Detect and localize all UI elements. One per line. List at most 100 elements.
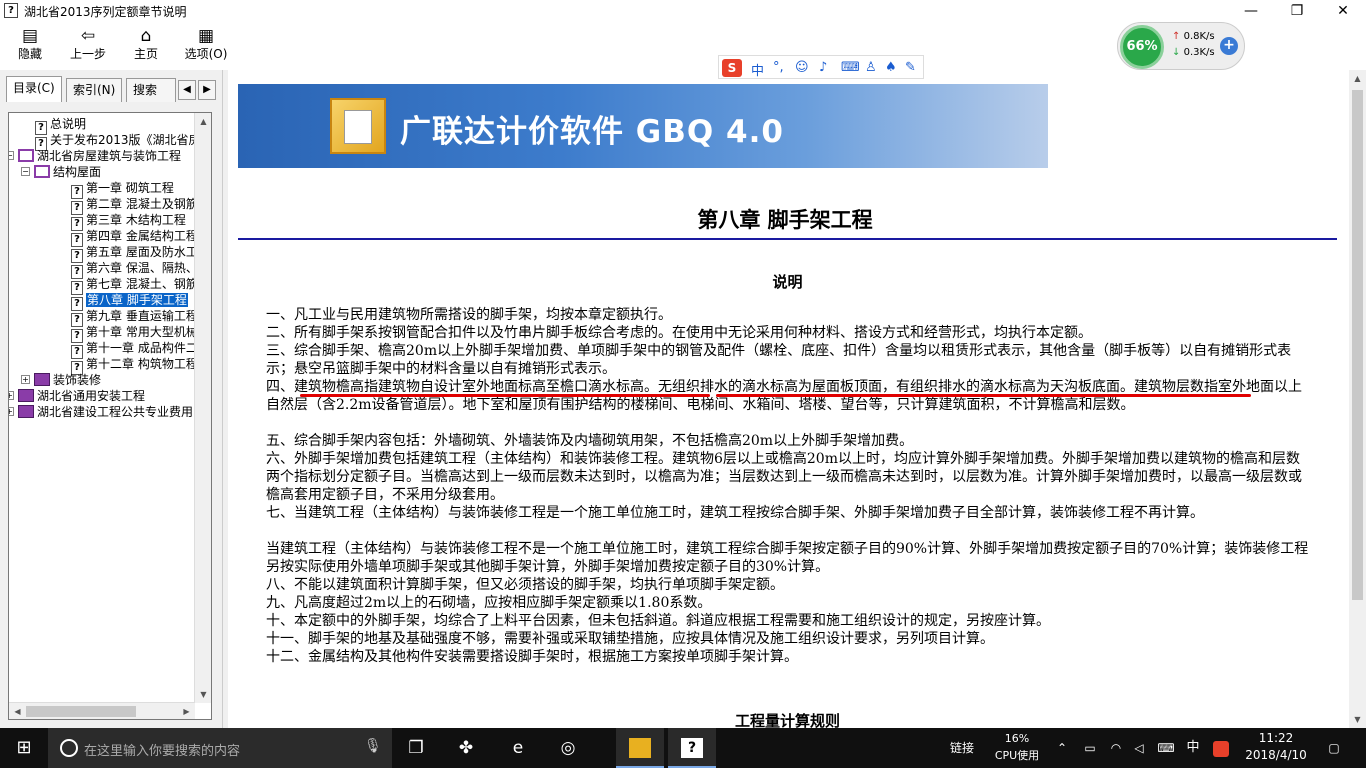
paragraph: 一、凡工业与民用建筑物所需搭设的脚手架，均按本章定额执行。 [266, 307, 672, 323]
skin-icon[interactable]: ♠ [885, 60, 897, 75]
keyboard-icon[interactable]: ⌨ [841, 60, 860, 75]
links-toolbar[interactable]: 链接 [944, 728, 980, 768]
hide-button[interactable]: ▤ 隐藏 [0, 24, 60, 64]
taskbar-search-box[interactable]: 在这里输入你要搜索的内容 🎙︎ [48, 728, 392, 768]
tree-item[interactable]: ?第六章 保温、隔热、防 [71, 260, 195, 279]
tools-icon[interactable]: ✎ [905, 60, 916, 75]
tab-scroll-right-button[interactable]: ▶ [198, 80, 216, 100]
scroll-down-icon[interactable]: ▼ [195, 686, 211, 703]
expand-icon[interactable]: + [9, 391, 14, 400]
sogou-tray-icon[interactable] [1210, 728, 1232, 768]
tree-item[interactable]: + 湖北省建设工程公共专业费用 [9, 404, 193, 420]
network-speed-widget[interactable]: 66% ↑ 0.8K/s ↓ 0.3K/s + [1117, 22, 1245, 70]
section-title: 说明 [772, 273, 803, 291]
tree-vertical-scrollbar[interactable]: ▲ ▼ [194, 113, 211, 703]
microphone-icon[interactable]: ♪ [819, 60, 827, 75]
plus-icon[interactable]: + [1220, 37, 1238, 55]
section-title: 工程量计算规则 [734, 712, 840, 728]
tree-item[interactable]: ? 第九章 垂直运输工程 [71, 308, 195, 327]
collapse-icon[interactable]: − [21, 167, 30, 176]
emoji-icon[interactable]: ☺ [795, 60, 809, 75]
clock[interactable]: 11:22 2018/4/10 [1236, 730, 1316, 764]
upload-value: 0.8K/s [1183, 31, 1215, 42]
contents-tree[interactable]: ?总说明?关于发布2013版《湖北省房屋−湖北省房屋建筑与装饰工程−结构屋面?第… [8, 112, 212, 720]
tree-item[interactable]: ?第十一章 成品构件二次 [71, 340, 195, 359]
help-viewer-icon[interactable]: ? [668, 728, 716, 768]
expand-icon[interactable]: + [21, 375, 30, 384]
input-language[interactable]: 中 [1182, 728, 1204, 768]
ime-mode-indicator[interactable]: 中 [751, 60, 764, 79]
download-speed: ↓ 0.3K/s [1172, 47, 1215, 58]
tab-index[interactable]: 索引(N) [66, 78, 123, 102]
scroll-up-icon[interactable]: ▲ [195, 113, 211, 130]
tab-search[interactable]: 搜索(S) [126, 78, 176, 102]
tree-item[interactable]: ? 第十二章 构筑物工程 [71, 356, 195, 375]
tree-item[interactable]: ? 第八章 脚手架工程 [71, 292, 188, 311]
scroll-right-icon[interactable]: ▶ [178, 703, 195, 719]
battery-icon[interactable]: ▭ [1078, 728, 1102, 768]
expand-icon[interactable]: + [9, 407, 14, 416]
scrollbar-thumb[interactable] [26, 706, 136, 717]
fan-app-icon[interactable]: ✤ [442, 728, 490, 768]
tree-item[interactable]: + 湖北省通用安装工程 [9, 388, 145, 404]
tree-item[interactable]: ? 第四章 金属结构工程 [71, 228, 195, 247]
cpu-label: CPU使用 [994, 749, 1040, 762]
chevron-up-icon[interactable]: ⌃ [1052, 728, 1072, 768]
tree-item[interactable]: ? 第七章 混凝土、钢筋 [71, 276, 195, 295]
browser-icon[interactable]: ◎ [544, 728, 592, 768]
notifications-icon[interactable]: ▢ [1322, 728, 1346, 768]
back-label: 上一步 [69, 47, 106, 61]
tree-item[interactable]: − 湖北省房屋建筑与装饰工程 [9, 148, 181, 164]
back-button[interactable]: ⇦ 上一步 [58, 24, 118, 64]
keyboard-icon[interactable]: ⌨ [1152, 728, 1180, 768]
window-title: 湖北省2013序列定额章节说明 [24, 5, 187, 19]
tree-item[interactable]: ?第五章 屋面及防水工程 [71, 244, 195, 263]
tree-item[interactable]: ? 第十章 常用大型机械 [71, 324, 195, 343]
cpu-usage-indicator[interactable]: 16% CPU使用 [990, 730, 1044, 764]
hide-icon: ▤ [21, 26, 39, 46]
collapse-icon[interactable]: − [9, 151, 14, 160]
red-underline-mark [300, 394, 710, 397]
user-icon[interactable]: ♙ [865, 60, 877, 75]
tree-item-label: 第十一章 成品构件二次 [86, 341, 195, 355]
glodon-app-icon[interactable] [616, 728, 664, 768]
open-book-icon [34, 165, 50, 178]
minimize-button[interactable]: — [1228, 0, 1274, 22]
scroll-left-icon[interactable]: ◀ [9, 703, 26, 719]
taskbar: ⊞ 在这里输入你要搜索的内容 🎙︎ ❐ ✤ e ◎ ? 链接 16% CPU使用… [0, 728, 1366, 768]
tree-item[interactable]: ?关于发布2013版《湖北省房屋 [35, 132, 195, 151]
tab-scroll-left-button[interactable]: ◀ [178, 80, 196, 100]
ime-toolbar[interactable]: S 中 °, ☺ ♪ ⌨ ♙ ♠ ✎ [718, 55, 924, 79]
paragraph: 十二、金属结构及其他构件安装需要搭设脚手架时，根据施工方案按单项脚手架计算。 [266, 649, 798, 665]
wifi-icon[interactable]: ◠ [1104, 728, 1128, 768]
banner: 广联达计价软件 GBQ 4.0 [238, 84, 1048, 168]
tree-item[interactable]: − 结构屋面 [21, 164, 101, 180]
tree-item[interactable]: ? 第一章 砌筑工程 [71, 180, 174, 199]
tree-item-label: 第四章 金属结构工程 [86, 229, 195, 243]
content-vertical-scrollbar[interactable]: ▲ ▼ [1349, 70, 1366, 728]
tab-contents[interactable]: 目录(C) [6, 76, 62, 102]
sogou-logo-icon[interactable]: S [722, 59, 742, 77]
tree-item[interactable]: ? 总说明 [35, 116, 86, 135]
options-button[interactable]: ▦ 选项(O) [176, 24, 236, 64]
volume-icon[interactable]: ◁ [1128, 728, 1150, 768]
scroll-down-icon[interactable]: ▼ [1349, 711, 1366, 728]
scroll-up-icon[interactable]: ▲ [1349, 70, 1366, 87]
task-view-icon[interactable]: ❐ [392, 728, 440, 768]
red-underline-mark [716, 394, 1251, 397]
tree-item[interactable]: ? 第二章 混凝土及钢筋 [71, 196, 195, 215]
close-button[interactable]: ✕ [1320, 0, 1366, 22]
scrollbar-thumb[interactable] [1352, 90, 1363, 600]
edge-browser-icon[interactable]: e [494, 728, 542, 768]
chapter-title: 第八章 脚手架工程 [697, 207, 873, 232]
tree-item[interactable]: ? 第三章 木结构工程 [71, 212, 186, 231]
tree-horizontal-scrollbar[interactable]: ◀ ▶ [9, 702, 195, 719]
panel-splitter[interactable] [222, 70, 228, 728]
punctuation-icon[interactable]: °, [773, 60, 784, 75]
windows-start-icon[interactable]: ⊞ [0, 728, 48, 768]
tree-item[interactable]: + 装饰装修 [21, 372, 101, 388]
microphone-icon[interactable]: 🎙︎ [364, 738, 382, 754]
navigation-panel: 目录(C) 索引(N) 搜索(S) ◀ ▶ ?总说明?关于发布2013版《湖北省… [0, 70, 222, 728]
maximize-button[interactable]: ❐ [1274, 0, 1320, 22]
home-button[interactable]: ⌂ 主页 [116, 24, 176, 64]
